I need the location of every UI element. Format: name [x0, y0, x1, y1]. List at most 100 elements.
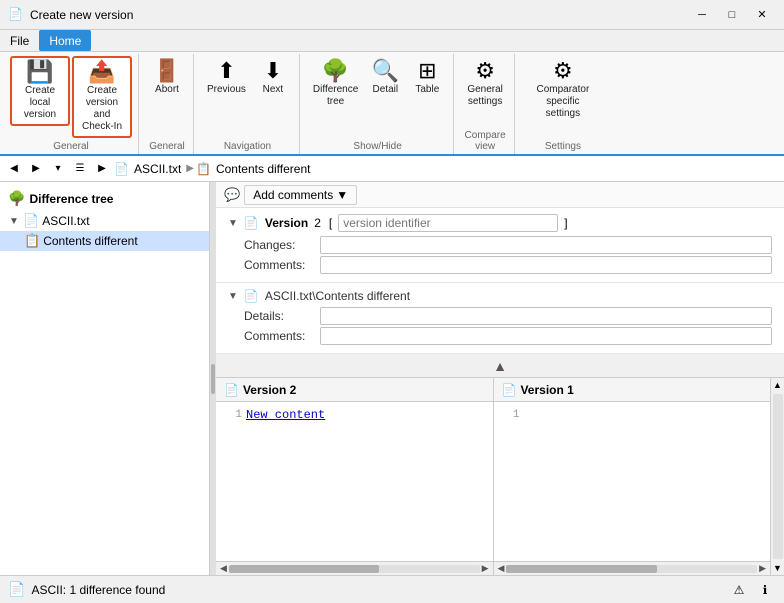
general-settings-label: Generalsettings: [467, 84, 503, 108]
compare-col-version1-body[interactable]: 1: [494, 402, 771, 561]
dropdown-button[interactable]: ▾: [48, 159, 68, 179]
close-button[interactable]: ✕: [748, 4, 776, 26]
collapse-icon[interactable]: ▼: [8, 216, 20, 227]
detail-button[interactable]: 🔍 Detail: [365, 56, 405, 100]
version-number: 2: [314, 216, 321, 230]
details-input[interactable]: [320, 307, 772, 325]
scroll-right-btn[interactable]: ▶: [480, 563, 491, 574]
file-section: ▼ 📄 ASCII.txt\Contents different Details…: [216, 283, 784, 354]
nav-separator[interactable]: ▶: [92, 159, 112, 179]
line-row: 1 New content: [216, 406, 493, 424]
tree-item-ascii-txt[interactable]: ▼ 📄 ASCII.txt: [0, 211, 209, 231]
minimize-button[interactable]: ─: [688, 4, 716, 26]
version2-scrollbar: ◀ ▶: [216, 561, 493, 575]
contents-icon: 📋: [24, 233, 40, 249]
comments-input[interactable]: [320, 256, 772, 274]
create-version-checkin-label: Create versionand Check-In: [78, 85, 126, 133]
ribbon-group-compare-view-label: Compare view: [456, 130, 514, 152]
ribbon-group-general-left: 💾 Create localversion 📤 Create versionan…: [4, 54, 139, 154]
file-section-icon: 📄: [244, 289, 259, 303]
comments-row: Comments:: [228, 256, 772, 274]
version-identifier-input[interactable]: [338, 214, 558, 232]
maximize-button[interactable]: □: [718, 4, 746, 26]
breadcrumb-ascii-txt[interactable]: ASCII.txt: [131, 161, 184, 177]
status-right: ⚠ ℹ: [728, 579, 776, 601]
abort-icon: 🚪: [153, 60, 180, 82]
comparator-settings-button[interactable]: ⚙ Comparatorspecific settings: [523, 56, 603, 124]
difference-tree-icon: 🌳: [322, 60, 349, 82]
sidebar-title: Difference tree: [29, 192, 113, 206]
ribbon-group-general-left-label: General: [4, 141, 138, 152]
app-icon: 📄: [8, 7, 24, 23]
vscroll-track[interactable]: [773, 394, 783, 559]
table-icon: ⊞: [418, 60, 436, 82]
status-file-icon: 📄: [8, 581, 25, 598]
details-row: Details:: [228, 307, 772, 325]
breadcrumb-contents-different[interactable]: Contents different: [213, 161, 314, 177]
next-icon: ⬇: [264, 60, 282, 82]
scroll-left-btn[interactable]: ◀: [218, 563, 229, 574]
abort-button[interactable]: 🚪 Abort: [147, 56, 187, 100]
menu-bar: File Home: [0, 30, 784, 52]
warning-button[interactable]: ⚠: [728, 579, 750, 601]
create-version-checkin-button[interactable]: 📤 Create versionand Check-In: [72, 56, 132, 138]
breadcrumb-separator: ▶: [186, 163, 194, 174]
file-header: ▼ 📄 ASCII.txt\Contents different: [228, 289, 772, 303]
back-button[interactable]: ◀: [4, 159, 24, 179]
detail-label: Detail: [373, 84, 399, 96]
previous-button[interactable]: ⬆ Previous: [202, 56, 251, 100]
sidebar-splitter[interactable]: [210, 182, 216, 575]
comments-label: Comments:: [244, 258, 314, 272]
file-icon: 📄: [23, 213, 39, 229]
abort-label: Abort: [155, 84, 179, 96]
file-comments-input[interactable]: [320, 327, 772, 345]
version-collapse-icon[interactable]: ▼: [228, 218, 238, 229]
forward-button[interactable]: ▶: [26, 159, 46, 179]
changes-input[interactable]: [320, 236, 772, 254]
difference-tree-button[interactable]: 🌳 Differencetree: [308, 56, 363, 112]
sidebar: 🌳 Difference tree ▼ 📄 ASCII.txt 📋 Conten…: [0, 182, 210, 575]
ribbon-group-showhide: 🌳 Differencetree 🔍 Detail ⊞ Table Show/H…: [302, 54, 454, 154]
tree-item-ascii-label: ASCII.txt: [42, 214, 89, 228]
version1-scrollbar: ◀ ▶: [494, 561, 771, 575]
ribbon-buttons-compare-view: ⚙ Generalsettings: [462, 56, 508, 128]
scroll-up-button[interactable]: ▲: [493, 358, 507, 374]
version2-icon: 📄: [224, 383, 239, 397]
menu-home[interactable]: Home: [39, 30, 91, 51]
compare-col-version2-body[interactable]: 1 New content: [216, 402, 493, 561]
add-comments-bar: 💬 Add comments ▼: [216, 182, 784, 208]
previous-icon: ⬆: [217, 60, 235, 82]
splitter-handle: [211, 364, 215, 394]
file-collapse-icon[interactable]: ▼: [228, 291, 238, 302]
list-button[interactable]: ☰: [70, 159, 90, 179]
table-button[interactable]: ⊞ Table: [407, 56, 447, 100]
compare-toolbar: ▲: [216, 354, 784, 378]
file-comments-label: Comments:: [244, 329, 314, 343]
scroll-left-btn-v1[interactable]: ◀: [496, 563, 507, 574]
scroll-track-v1[interactable]: [506, 565, 757, 573]
vscroll-up[interactable]: ▲: [771, 378, 784, 392]
next-button[interactable]: ⬇ Next: [253, 56, 293, 100]
create-local-version-button[interactable]: 💾 Create localversion: [10, 56, 70, 126]
breadcrumb-item-icon: 📋: [196, 162, 211, 176]
version-label: Version: [265, 216, 308, 230]
table-label: Table: [415, 84, 439, 96]
ribbon-group-general-right-label: General: [141, 141, 193, 152]
menu-file[interactable]: File: [0, 30, 39, 51]
content-panel: 💬 Add comments ▼ ▼ 📄 Version 2 [ ] Chang…: [216, 182, 784, 575]
ribbon-group-navigation: ⬆ Previous ⬇ Next Navigation: [196, 54, 300, 154]
scroll-track-v2[interactable]: [229, 565, 480, 573]
sidebar-header: 🌳 Difference tree: [0, 186, 209, 211]
compare-col-version1: 📄 Version 1 1 ◀ ▶: [494, 378, 771, 575]
ribbon-buttons-settings: ⚙ Comparatorspecific settings: [523, 56, 603, 140]
version-section-icon: 📄: [244, 216, 259, 230]
scroll-right-btn-v1[interactable]: ▶: [757, 563, 768, 574]
general-settings-button[interactable]: ⚙ Generalsettings: [462, 56, 508, 112]
tree-item-contents-different[interactable]: 📋 Contents different: [0, 231, 209, 251]
info-button[interactable]: ℹ: [754, 579, 776, 601]
previous-label: Previous: [207, 84, 246, 96]
ribbon-buttons-navigation: ⬆ Previous ⬇ Next: [202, 56, 293, 116]
add-comments-button[interactable]: Add comments ▼: [244, 185, 357, 205]
vscroll-down[interactable]: ▼: [771, 561, 784, 575]
general-settings-icon: ⚙: [475, 60, 495, 82]
